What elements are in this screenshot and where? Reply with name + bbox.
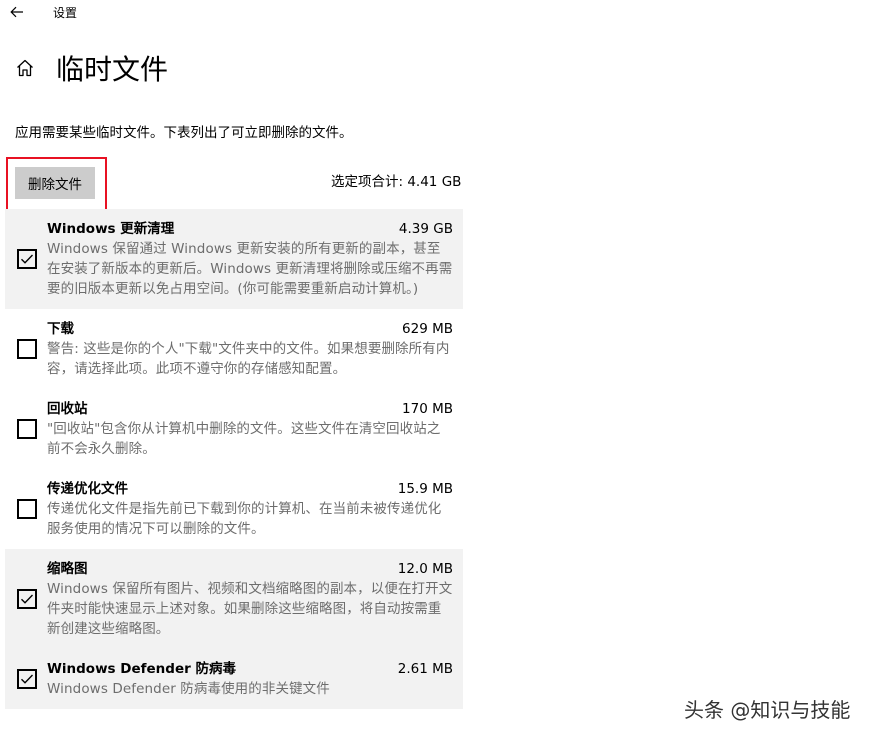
checkbox[interactable]	[17, 669, 37, 689]
file-item-size: 629 MB	[402, 321, 453, 337]
file-item-size: 15.9 MB	[397, 481, 453, 497]
file-item-recycle-bin[interactable]: 回收站 170 MB "回收站"包含你从计算机中删除的文件。这些文件在清空回收站…	[5, 389, 463, 469]
arrow-left-icon	[10, 6, 23, 18]
delete-files-button[interactable]: 删除文件	[15, 167, 95, 199]
app-title: 设置	[53, 6, 78, 20]
settings-window: 设置 临时文件 应用需要某些临时文件。下表列出了可立即删除的文件。 删除文件 选…	[0, 0, 887, 738]
checkmark-icon	[21, 594, 34, 604]
checkbox[interactable]	[17, 589, 37, 609]
file-item-name: Windows Defender 防病毒	[47, 661, 236, 677]
file-item-size: 4.39 GB	[398, 221, 453, 237]
file-item-name: Windows 更新清理	[47, 221, 175, 237]
checkbox[interactable]	[17, 499, 37, 519]
file-item-size: 12.0 MB	[397, 561, 453, 577]
file-item-windows-defender[interactable]: Windows Defender 防病毒 2.61 MB Windows Def…	[5, 649, 463, 709]
file-item-description: Windows 保留所有图片、视频和文档缩略图的副本，以便在打开文件夹时能快速显…	[47, 581, 453, 637]
title-bar: 设置	[0, 0, 887, 28]
file-item-name: 下载	[47, 321, 74, 337]
file-item-description: "回收站"包含你从计算机中删除的文件。这些文件在清空回收站之前不会永久删除。	[47, 421, 441, 457]
back-button[interactable]	[6, 1, 28, 23]
watermark: 头条 @知识与技能	[684, 698, 851, 722]
selected-total: 选定项合计: 4.41 GB	[331, 174, 462, 190]
file-item-description: Windows 保留通过 Windows 更新安装的所有更新的副本，甚至在安装了…	[47, 241, 453, 297]
file-item-name: 传递优化文件	[47, 481, 128, 497]
checkbox[interactable]	[17, 249, 37, 269]
file-item-description: 传递优化文件是指先前已下载到你的计算机、在当前未被传递优化服务使用的情况下可以删…	[47, 501, 442, 537]
file-item-name: 回收站	[47, 401, 88, 417]
temp-file-list: Windows 更新清理 4.39 GB Windows 保留通过 Window…	[5, 209, 463, 709]
file-item-description: 警告: 这些是你的个人"下载"文件夹中的文件。如果想要删除所有内容，请选择此项。…	[47, 341, 450, 377]
checkmark-icon	[21, 674, 34, 684]
home-button[interactable]	[12, 55, 38, 81]
home-icon	[17, 59, 33, 77]
page-description: 应用需要某些临时文件。下表列出了可立即删除的文件。	[15, 125, 353, 141]
checkbox[interactable]	[17, 419, 37, 439]
checkmark-icon	[21, 254, 34, 264]
checkbox[interactable]	[17, 339, 37, 359]
file-item-size: 2.61 MB	[397, 661, 453, 677]
file-item-thumbnails[interactable]: 缩略图 12.0 MB Windows 保留所有图片、视频和文档缩略图的副本，以…	[5, 549, 463, 649]
file-item-description: Windows Defender 防病毒使用的非关键文件	[47, 681, 330, 697]
file-item-downloads[interactable]: 下载 629 MB 警告: 这些是你的个人"下载"文件夹中的文件。如果想要删除所…	[5, 309, 463, 389]
file-item-size: 170 MB	[402, 401, 453, 417]
page-title: 临时文件	[56, 53, 169, 86]
file-item-windows-update-cleanup[interactable]: Windows 更新清理 4.39 GB Windows 保留通过 Window…	[5, 209, 463, 309]
file-item-delivery-optimization[interactable]: 传递优化文件 15.9 MB 传递优化文件是指先前已下载到你的计算机、在当前未被…	[5, 469, 463, 549]
file-item-name: 缩略图	[47, 561, 88, 577]
